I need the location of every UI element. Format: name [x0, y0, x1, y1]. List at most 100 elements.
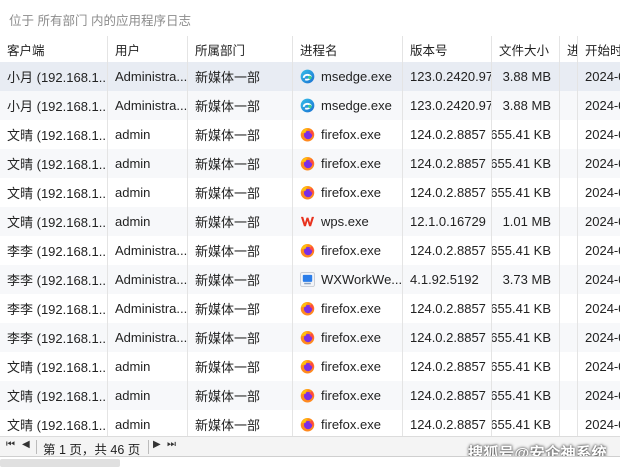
cell-department: 新媒体一部	[188, 381, 293, 410]
cell-start-time: 2024-0	[578, 207, 620, 236]
cell-client: 李李 (192.168.1...	[0, 236, 108, 265]
cell-process: wps.exe	[293, 207, 403, 236]
column-header-start-time[interactable]: 开始时	[578, 36, 620, 62]
column-header-client[interactable]: 客户端	[0, 36, 108, 62]
scrollbar-thumb[interactable]	[0, 459, 120, 467]
cell-process: msedge.exe	[293, 91, 403, 120]
table-row[interactable]: 李李 (192.168.1... Administra... 新媒体一部 firefo…	[0, 236, 620, 266]
cell-version: 124.0.2.8857	[403, 120, 492, 149]
process-name: firefox.exe	[321, 330, 381, 345]
column-header-file-size[interactable]: 文件大小	[492, 36, 560, 62]
table-row[interactable]: 文晴 (192.168.1... admin 新媒体一部 firefox.exe 124…	[0, 120, 620, 150]
cell-client: 文晴 (192.168.1...	[0, 149, 108, 178]
cell-version: 124.0.2.8857	[403, 294, 492, 323]
cell-user: admin	[108, 410, 188, 436]
cell-start-time: 2024-0	[578, 381, 620, 410]
process-name: firefox.exe	[321, 417, 381, 432]
pager-divider	[148, 440, 149, 454]
cell-process-short	[560, 207, 578, 236]
firefox-icon	[300, 243, 315, 258]
table-row[interactable]: 文晴 (192.168.1... admin 新媒体一部 firefox.exe 124…	[0, 410, 620, 436]
cell-file-size: 655.41 KB	[492, 149, 560, 178]
edge-icon	[300, 98, 315, 113]
cell-start-time: 2024-0	[578, 178, 620, 207]
table-row[interactable]: 小月 (192.168.1... Administra... 新媒体一部 msedge…	[0, 62, 620, 92]
cell-department: 新媒体一部	[188, 236, 293, 265]
cell-user: Administra...	[108, 323, 188, 352]
cell-version: 124.0.2.8857	[403, 236, 492, 265]
first-page-icon[interactable]: ⏮	[6, 439, 15, 450]
last-page-icon[interactable]: ⏭	[167, 439, 176, 450]
table-row[interactable]: 小月 (192.168.1... Administra... 新媒体一部 msedge…	[0, 91, 620, 121]
cell-version: 4.1.92.5192	[403, 265, 492, 294]
column-header-process[interactable]: 进程名	[293, 36, 403, 62]
cell-client: 文晴 (192.168.1...	[0, 410, 108, 436]
cell-department: 新媒体一部	[188, 410, 293, 436]
firefox-icon	[300, 417, 315, 432]
log-table: 客户端 用户 所属部门 进程名 版本号 文件大小 进 开始时 小月 (192.1…	[0, 36, 620, 436]
cell-client: 文晴 (192.168.1...	[0, 381, 108, 410]
column-header-version[interactable]: 版本号	[403, 36, 492, 62]
cell-file-size: 1.01 MB	[492, 207, 560, 236]
pager-divider	[36, 440, 37, 454]
table-row[interactable]: 文晴 (192.168.1... admin 新媒体一部 firefox.exe 124…	[0, 178, 620, 208]
table-row[interactable]: 文晴 (192.168.1... admin 新媒体一部 firefox.exe 124…	[0, 352, 620, 382]
cell-user: admin	[108, 120, 188, 149]
cell-process-short	[560, 381, 578, 410]
cell-version: 124.0.2.8857	[403, 323, 492, 352]
table-row[interactable]: 李李 (192.168.1... Administra... 新媒体一部 WXWork…	[0, 265, 620, 295]
column-header-user[interactable]: 用户	[108, 36, 188, 62]
process-name: wps.exe	[321, 214, 369, 229]
cell-version: 123.0.2420.97	[403, 91, 492, 120]
cell-start-time: 2024-0	[578, 62, 620, 91]
process-name: firefox.exe	[321, 388, 381, 403]
cell-process-short	[560, 120, 578, 149]
cell-file-size: 3.73 MB	[492, 265, 560, 294]
table-row[interactable]: 文晴 (192.168.1... admin 新媒体一部 firefox.exe 124…	[0, 149, 620, 179]
firefox-icon	[300, 127, 315, 142]
cell-department: 新媒体一部	[188, 149, 293, 178]
search-bar[interactable]: 位于 所有部门 内的应用程序日志	[0, 0, 620, 37]
cell-file-size: 655.41 KB	[492, 323, 560, 352]
next-page-icon[interactable]: ▶	[153, 439, 161, 450]
cell-process-short	[560, 265, 578, 294]
cell-start-time: 2024-0	[578, 236, 620, 265]
cell-start-time: 2024-0	[578, 120, 620, 149]
process-name: WXWorkWe...	[321, 272, 403, 287]
prev-page-icon[interactable]: ◀	[22, 439, 30, 450]
wps-icon	[300, 214, 315, 229]
cell-start-time: 2024-0	[578, 410, 620, 436]
cell-start-time: 2024-0	[578, 91, 620, 120]
column-header-department[interactable]: 所属部门	[188, 36, 293, 62]
cell-client: 小月 (192.168.1...	[0, 62, 108, 91]
cell-file-size: 3.88 MB	[492, 62, 560, 91]
cell-client: 文晴 (192.168.1...	[0, 178, 108, 207]
cell-process-short	[560, 91, 578, 120]
horizontal-scrollbar[interactable]	[0, 456, 620, 471]
cell-version: 123.0.2420.97	[403, 62, 492, 91]
search-placeholder[interactable]: 位于 所有部门 内的应用程序日志	[9, 10, 191, 29]
process-name: firefox.exe	[321, 185, 381, 200]
firefox-icon	[300, 330, 315, 345]
cell-user: admin	[108, 178, 188, 207]
cell-process: WXWorkWe...	[293, 265, 403, 294]
cell-user: admin	[108, 352, 188, 381]
cell-start-time: 2024-0	[578, 265, 620, 294]
cell-process: firefox.exe	[293, 323, 403, 352]
cell-process: msedge.exe	[293, 62, 403, 91]
cell-user: admin	[108, 381, 188, 410]
cell-user: Administra...	[108, 236, 188, 265]
cell-user: Administra...	[108, 91, 188, 120]
cell-user: Administra...	[108, 265, 188, 294]
cell-file-size: 655.41 KB	[492, 236, 560, 265]
cell-process: firefox.exe	[293, 410, 403, 436]
column-header-process-short[interactable]: 进	[560, 36, 578, 62]
table-row[interactable]: 文晴 (192.168.1... admin 新媒体一部 firefox.exe 124…	[0, 381, 620, 411]
cell-start-time: 2024-0	[578, 149, 620, 178]
table-row[interactable]: 李李 (192.168.1... Administra... 新媒体一部 firefo…	[0, 294, 620, 324]
cell-client: 文晴 (192.168.1...	[0, 120, 108, 149]
process-name: firefox.exe	[321, 156, 381, 171]
table-row[interactable]: 李李 (192.168.1... Administra... 新媒体一部 firefo…	[0, 323, 620, 353]
cell-file-size: 3.88 MB	[492, 91, 560, 120]
table-row[interactable]: 文晴 (192.168.1... admin 新媒体一部 wps.exe 12.1.0.…	[0, 207, 620, 237]
